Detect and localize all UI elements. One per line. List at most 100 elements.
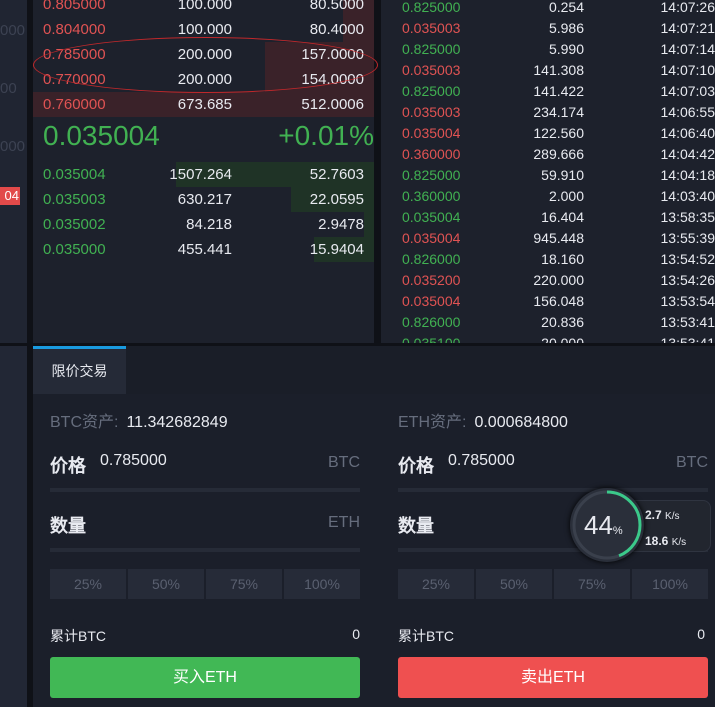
pct-100-button[interactable]: 100% <box>632 569 708 599</box>
trade-time: 14:07:10 <box>660 62 715 78</box>
trade-price: 0.035003 <box>402 62 461 78</box>
trade-time: 14:04:18 <box>660 167 715 183</box>
bid-row[interactable]: 0.035002 84.218 2.9478 <box>33 212 374 237</box>
bid-row[interactable]: 0.035003 630.217 22.0595 <box>33 187 374 212</box>
usage-percent: 44% <box>584 510 623 540</box>
trade-time: 13:53:54 <box>660 293 715 309</box>
total-value: 0 <box>352 626 360 642</box>
trade-row: 0.035004 156.048 13:53:54 <box>381 291 715 312</box>
pct-50-button[interactable]: 50% <box>476 569 552 599</box>
trade-price: 0.035004 <box>402 230 461 246</box>
buy-button[interactable]: 买入ETH <box>50 657 360 698</box>
total-label: 累计BTC <box>50 628 106 644</box>
bid-price: 0.035004 <box>43 166 106 183</box>
trade-price: 0.035100 <box>402 335 461 343</box>
bid-amount: 84.218 <box>186 216 232 233</box>
quantity-label: 数量 <box>50 516 86 536</box>
ask-row[interactable]: 0.805000 100.000 80.5000 <box>33 0 374 17</box>
price-unit: BTC <box>328 454 360 471</box>
price-field[interactable]: 价格 0.785000 BTC <box>398 452 708 492</box>
trade-price: 0.825000 <box>402 167 461 183</box>
ask-amount: 673.685 <box>177 96 232 113</box>
download-speed: 18.6 K/s <box>645 534 687 548</box>
trade-price: 0.035004 <box>402 209 461 225</box>
last-price: 0.035004 <box>43 120 160 151</box>
pct-75-button[interactable]: 75% <box>554 569 630 599</box>
trade-time: 14:06:40 <box>660 125 715 141</box>
trade-amount: 20.000 <box>541 335 584 343</box>
ask-total: 80.4000 <box>309 21 364 38</box>
trade-row: 0.825000 0.254 14:07:26 <box>381 0 715 18</box>
trade-amount: 0.254 <box>548 0 584 15</box>
trade-time: 13:54:26 <box>660 272 715 288</box>
pct-100-button[interactable]: 100% <box>284 569 360 599</box>
sell-button[interactable]: 卖出ETH <box>398 657 708 698</box>
trade-amount: 5.990 <box>548 41 584 57</box>
trade-time: 14:07:21 <box>660 20 715 36</box>
bid-price: 0.035003 <box>43 191 106 208</box>
bid-amount: 1507.264 <box>169 166 232 183</box>
trade-history: 0.825000 0.254 14:07:26 0.035003 5.986 14:07:… <box>381 0 715 343</box>
trade-row: 0.360000 2.000 14:03:40 <box>381 186 715 207</box>
trade-amount: 16.404 <box>541 209 584 225</box>
trade-time: 14:04:42 <box>660 146 715 162</box>
asset-label: ETH资产: <box>398 414 467 431</box>
quantity-field[interactable]: 数量 ETH <box>50 512 360 552</box>
price-change: +0.01% <box>278 120 374 151</box>
trade-row: 0.035200 220.000 13:54:26 <box>381 270 715 291</box>
bid-total: 22.0595 <box>309 191 364 208</box>
trade-time: 14:07:26 <box>660 0 715 15</box>
bid-total: 52.7603 <box>309 166 364 183</box>
ask-row[interactable]: 0.760000 673.685 512.0006 <box>33 92 374 117</box>
pct-25-button[interactable]: 25% <box>50 569 126 599</box>
pct-75-button[interactable]: 75% <box>206 569 282 599</box>
trade-price: 0.035200 <box>402 272 461 288</box>
trade-amount: 59.910 <box>541 167 584 183</box>
trade-time: 14:03:40 <box>660 188 715 204</box>
trade-row: 0.035003 234.174 14:06:55 <box>381 102 715 123</box>
tab-limit-order[interactable]: 限价交易 <box>33 346 126 394</box>
trade-amount: 5.986 <box>548 20 584 36</box>
trade-price: 0.360000 <box>402 146 461 162</box>
trade-row: 0.035100 20.000 13:53:41 <box>381 333 715 343</box>
network-speed-widget[interactable]: ▲ 2.7 K/s ▼ 18.6 K/s 44% <box>570 488 711 562</box>
trade-price: 0.825000 <box>402 83 461 99</box>
trade-amount: 220.000 <box>533 272 584 288</box>
trade-price: 0.825000 <box>402 41 461 57</box>
bid-amount: 630.217 <box>177 191 232 208</box>
price-label: 价格 <box>50 456 86 476</box>
left-strip-label: 000 <box>0 138 26 155</box>
bid-row[interactable]: 0.035004 1507.264 52.7603 <box>33 162 374 187</box>
price-field[interactable]: 价格 0.785000 BTC <box>50 452 360 492</box>
total-row: 累计BTC 0 <box>398 626 708 646</box>
price-input[interactable]: 0.785000 <box>100 452 167 470</box>
trade-row: 0.035003 5.986 14:07:21 <box>381 18 715 39</box>
price-input[interactable]: 0.785000 <box>448 452 515 470</box>
price-label: 价格 <box>398 456 434 476</box>
asset-label: BTC资产: <box>50 414 119 431</box>
trade-amount: 18.160 <box>541 251 584 267</box>
bid-total: 15.9404 <box>309 241 364 258</box>
btc-asset: BTC资产: 11.342682849 <box>50 408 228 432</box>
trade-price: 0.826000 <box>402 314 461 330</box>
left-strip-label: 000 <box>0 22 26 39</box>
ask-price: 0.760000 <box>43 96 106 113</box>
trade-row: 0.826000 20.836 13:53:41 <box>381 312 715 333</box>
trade-amount: 156.048 <box>533 293 584 309</box>
trade-amount: 289.666 <box>533 146 584 162</box>
trade-amount: 141.422 <box>533 83 584 99</box>
trade-row: 0.035003 141.308 14:07:10 <box>381 60 715 81</box>
trade-time: 14:07:14 <box>660 41 715 57</box>
total-value: 0 <box>697 626 705 642</box>
trade-price: 0.035004 <box>402 293 461 309</box>
trade-time: 13:54:52 <box>660 251 715 267</box>
divider <box>374 0 381 343</box>
pct-50-button[interactable]: 50% <box>128 569 204 599</box>
trade-row: 0.360000 289.666 14:04:42 <box>381 144 715 165</box>
pct-25-button[interactable]: 25% <box>398 569 474 599</box>
left-panel-bottom <box>0 346 27 707</box>
quantity-label: 数量 <box>398 516 434 536</box>
trade-amount: 20.836 <box>541 314 584 330</box>
highlight-ellipse <box>33 37 378 93</box>
bid-row[interactable]: 0.035000 455.441 15.9404 <box>33 237 374 262</box>
